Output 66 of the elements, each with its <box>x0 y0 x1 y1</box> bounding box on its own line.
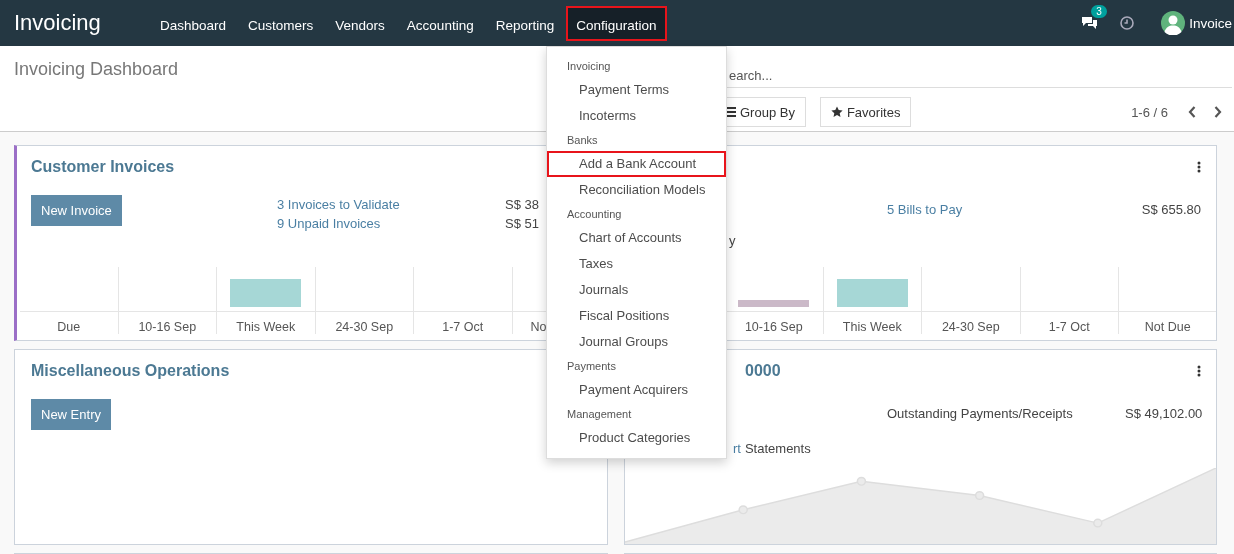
chevron-right-icon <box>1214 106 1222 118</box>
dropdown-item[interactable]: Payment Acquirers <box>547 377 726 403</box>
card-title[interactable]: Miscellaneous Operations <box>31 362 230 380</box>
avatar-icon[interactable] <box>1161 11 1186 35</box>
amount-text: S$ 38 <box>505 196 539 214</box>
chart-point <box>856 476 867 486</box>
dropdown-item[interactable]: Journal Groups <box>547 329 726 355</box>
dropdown-item[interactable]: Add a Bank Account <box>547 151 726 177</box>
chat-icon[interactable] <box>1081 16 1099 30</box>
chart-label: No <box>529 319 548 334</box>
card-title[interactable]: 0000 <box>745 362 781 380</box>
amount-text: S$ 51 <box>505 215 539 233</box>
dropdown-item[interactable]: Journals <box>547 277 726 303</box>
chart-label: 24-30 Sep <box>334 319 395 334</box>
chart-point <box>1093 518 1103 528</box>
amount-text: S$ 49,102.00 <box>1125 405 1203 423</box>
note-text: y <box>729 233 736 248</box>
message-count-badge: 3 <box>1091 5 1107 18</box>
pager-text: 1-6 / 6 <box>1131 104 1168 120</box>
dropdown-item[interactable]: Product Categories <box>547 425 726 451</box>
stat-link[interactable]: 3 Invoices to Validate <box>277 195 505 214</box>
nav-menu-item[interactable]: Dashboard <box>150 5 237 41</box>
chart-label: 1-7 Oct <box>441 319 485 334</box>
chart-label: This Week <box>841 319 903 334</box>
nav-menu-item[interactable]: Vendors <box>325 5 395 41</box>
dropdown-item[interactable]: Fiscal Positions <box>547 303 726 329</box>
kebab-menu-icon[interactable] <box>1197 161 1201 173</box>
list-icon <box>727 107 736 117</box>
dropdown-item[interactable]: Reconciliation Models <box>547 177 726 203</box>
chart-point <box>974 491 985 501</box>
favorites-button[interactable]: Favorites <box>819 97 912 127</box>
clock-icon[interactable] <box>1120 16 1135 30</box>
dropdown-item[interactable]: Chart of Accounts <box>547 225 726 251</box>
user-name[interactable]: Invoice <box>1189 15 1232 31</box>
star-icon <box>830 106 843 118</box>
stat-link[interactable]: 9 Unpaid Invoices <box>277 214 505 233</box>
stat-label: Outstanding Payments/Receipts <box>887 405 1074 423</box>
amount-text: S$ 655.80 <box>1141 201 1201 219</box>
menu-section-header: Management <box>566 407 633 422</box>
chart-label: 24-30 Sep <box>940 319 1001 334</box>
menu-section-header: Accounting <box>566 207 623 222</box>
nav-menu-item[interactable]: Reporting <box>485 5 565 41</box>
chart-label: 1-7 Oct <box>1047 319 1091 334</box>
dropdown-item[interactable]: Taxes <box>547 251 726 277</box>
chart-point <box>738 505 748 515</box>
nav-menu-item[interactable]: Accounting <box>396 5 484 41</box>
menu-section-header: Payments <box>566 359 617 374</box>
chart-label: This Week <box>235 319 297 334</box>
new-button[interactable]: New Invoice <box>31 195 122 226</box>
chevron-left-icon <box>1188 106 1196 118</box>
chart-label: Due <box>56 319 82 334</box>
kebab-menu-icon[interactable] <box>1197 365 1201 377</box>
card-title[interactable]: Customer Invoices <box>31 158 175 176</box>
stat-link[interactable]: 5 Bills to Pay <box>887 200 1125 219</box>
chart-label: 10-16 Sep <box>137 319 198 334</box>
menu-section-header: Invoicing <box>566 59 612 74</box>
note-text: Statements <box>744 441 811 456</box>
chart-label: 10-16 Sep <box>743 319 804 334</box>
app-title: Invoicing <box>14 10 102 36</box>
menu-section-header: Banks <box>566 133 599 148</box>
new-button[interactable]: New Entry <box>31 399 111 430</box>
statements-link[interactable]: rt <box>733 441 741 456</box>
nav-menu-item[interactable]: Configuration <box>566 5 667 41</box>
page-title: Invoicing Dashboard <box>14 58 179 80</box>
chart-label: Not Due <box>1143 319 1192 334</box>
nav-menu-item[interactable]: Customers <box>238 5 324 41</box>
